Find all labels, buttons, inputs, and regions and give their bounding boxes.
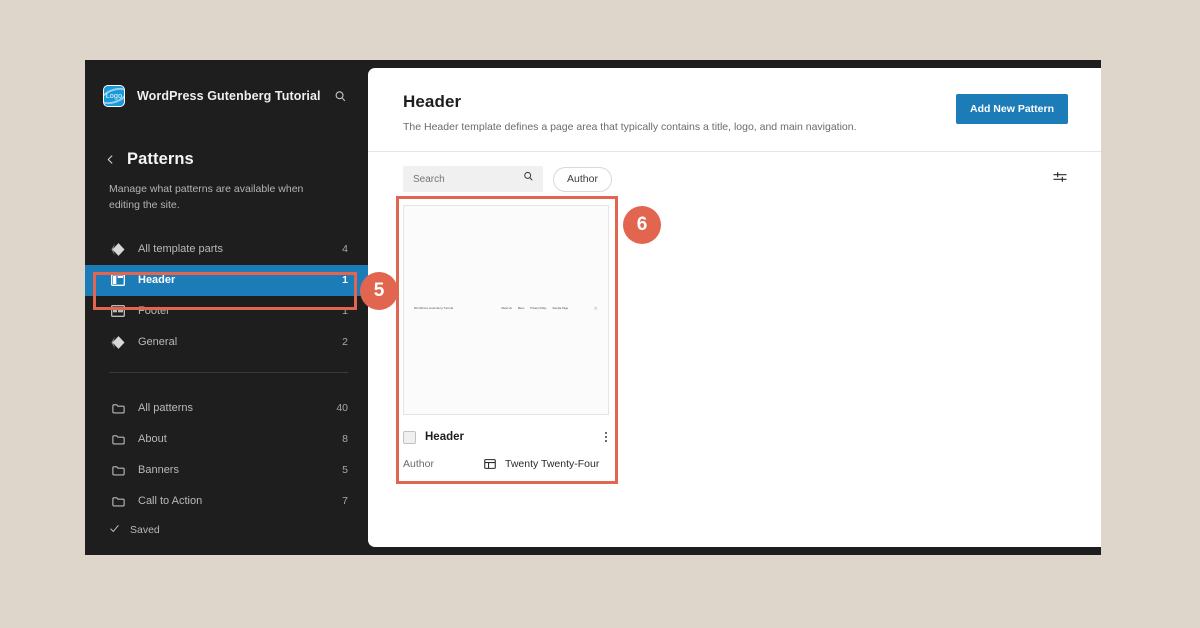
pattern-grid: WordPress Gutenberg Tutorial About Us Me… bbox=[368, 192, 1101, 471]
site-title: WordPress Gutenberg Tutorial bbox=[137, 89, 321, 103]
search-icon[interactable] bbox=[333, 89, 348, 104]
sidebar-item-call-to-action[interactable]: Call to Action 7 bbox=[85, 486, 368, 517]
sidebar-item-label: Banners bbox=[138, 464, 342, 476]
search-icon[interactable] bbox=[522, 170, 535, 188]
pattern-preview[interactable]: WordPress Gutenberg Tutorial About Us Me… bbox=[403, 205, 609, 415]
sidebar-item-label: Header bbox=[138, 274, 342, 286]
page-title: Header bbox=[403, 92, 956, 112]
sidebar-item-all-template-parts[interactable]: All template parts 4 bbox=[85, 234, 368, 265]
search-input[interactable]: Search bbox=[403, 166, 543, 192]
preview-header-bar: WordPress Gutenberg Tutorial About Us Me… bbox=[404, 306, 608, 310]
sidebar-item-label: All patterns bbox=[138, 402, 336, 414]
main-header: Header The Header template defines a pag… bbox=[368, 68, 1101, 152]
author-filter-button[interactable]: Author bbox=[553, 167, 612, 192]
header-layout-icon bbox=[109, 271, 127, 289]
theme-layout-icon bbox=[483, 457, 497, 471]
sidebar-item-count: 1 bbox=[342, 305, 348, 317]
sidebar-item-label: Footer bbox=[138, 305, 342, 317]
patterns-description: Manage what patterns are available when … bbox=[85, 181, 368, 214]
app-window: Logo WordPress Gutenberg Tutorial Patter… bbox=[85, 60, 1101, 555]
sidebar-item-general[interactable]: General 2 bbox=[85, 327, 368, 358]
check-icon bbox=[109, 523, 120, 537]
sidebar-item-count: 5 bbox=[342, 464, 348, 476]
cart-icon: 🛒 bbox=[594, 306, 598, 310]
pattern-categories-list: All patterns 40 About 8 Banners bbox=[85, 393, 368, 517]
sidebar-item-label: Call to Action bbox=[138, 495, 342, 507]
template-parts-list: All template parts 4 Header 1 bbox=[85, 234, 368, 358]
folder-icon bbox=[109, 492, 127, 510]
sidebar: Logo WordPress Gutenberg Tutorial Patter… bbox=[85, 60, 368, 555]
more-vertical-icon[interactable] bbox=[605, 432, 609, 442]
sidebar-item-count: 40 bbox=[336, 402, 348, 414]
folder-icon bbox=[109, 430, 127, 448]
search-placeholder: Search bbox=[413, 174, 522, 185]
preview-nav-link: Menu bbox=[518, 307, 525, 310]
preview-nav-link: Sample Page bbox=[553, 307, 569, 310]
pattern-card-meta: Author Twenty Twenty-Four bbox=[403, 457, 609, 471]
sidebar-item-label: About bbox=[138, 433, 342, 445]
folder-icon bbox=[109, 399, 127, 417]
pattern-card-title-row: Header bbox=[403, 428, 609, 446]
sidebar-item-label: All template parts bbox=[138, 243, 342, 255]
sidebar-item-count: 4 bbox=[342, 243, 348, 255]
page-description: The Header template defines a page area … bbox=[403, 121, 956, 133]
sidebar-divider bbox=[109, 372, 348, 373]
sidebar-item-about[interactable]: About 8 bbox=[85, 424, 368, 455]
pattern-card-title: Header bbox=[425, 431, 464, 443]
status-badge-saved: Saved bbox=[85, 523, 368, 537]
page-title: Patterns bbox=[127, 150, 194, 169]
annotation-badge-5: 5 bbox=[360, 272, 398, 310]
sidebar-item-count: 2 bbox=[342, 336, 348, 348]
preview-nav-link: About Us bbox=[501, 307, 512, 310]
patterns-header: Patterns bbox=[85, 150, 368, 169]
preview-site-name: WordPress Gutenberg Tutorial bbox=[414, 307, 453, 310]
main-panel: Header The Header template defines a pag… bbox=[368, 68, 1101, 547]
site-logo[interactable]: Logo bbox=[103, 85, 125, 107]
template-parts-icon bbox=[109, 240, 127, 258]
pattern-card[interactable]: WordPress Gutenberg Tutorial About Us Me… bbox=[403, 205, 609, 471]
template-parts-icon bbox=[109, 333, 127, 351]
sidebar-item-all-patterns[interactable]: All patterns 40 bbox=[85, 393, 368, 424]
footer-layout-icon bbox=[109, 302, 127, 320]
sidebar-item-banners[interactable]: Banners 5 bbox=[85, 455, 368, 486]
main-header-text: Header The Header template defines a pag… bbox=[403, 92, 956, 133]
sidebar-item-footer[interactable]: Footer 1 bbox=[85, 296, 368, 327]
saved-label: Saved bbox=[130, 524, 160, 536]
pattern-card-meta-value: Twenty Twenty-Four bbox=[505, 458, 599, 470]
folder-icon bbox=[109, 461, 127, 479]
sidebar-item-count: 7 bbox=[342, 495, 348, 507]
sidebar-item-count: 1 bbox=[342, 274, 348, 286]
sidebar-item-count: 8 bbox=[342, 433, 348, 445]
add-new-pattern-button[interactable]: Add New Pattern bbox=[956, 94, 1068, 124]
sidebar-header: Logo WordPress Gutenberg Tutorial bbox=[85, 60, 368, 114]
pattern-card-meta-key: Author bbox=[403, 458, 483, 470]
toolbar: Search Author bbox=[368, 152, 1101, 192]
chevron-left-icon[interactable] bbox=[105, 154, 127, 165]
preview-nav: About Us Menu Privacy Policy Sample Page bbox=[501, 307, 568, 310]
site-logo-label: Logo bbox=[106, 93, 122, 100]
sidebar-item-header[interactable]: Header 1 bbox=[85, 265, 368, 296]
annotation-badge-6: 6 bbox=[623, 206, 661, 244]
sidebar-item-label: General bbox=[138, 336, 342, 348]
sliders-filter-icon[interactable] bbox=[1052, 169, 1068, 190]
preview-nav-link: Privacy Policy bbox=[530, 307, 546, 310]
pattern-card-checkbox[interactable] bbox=[403, 431, 416, 444]
